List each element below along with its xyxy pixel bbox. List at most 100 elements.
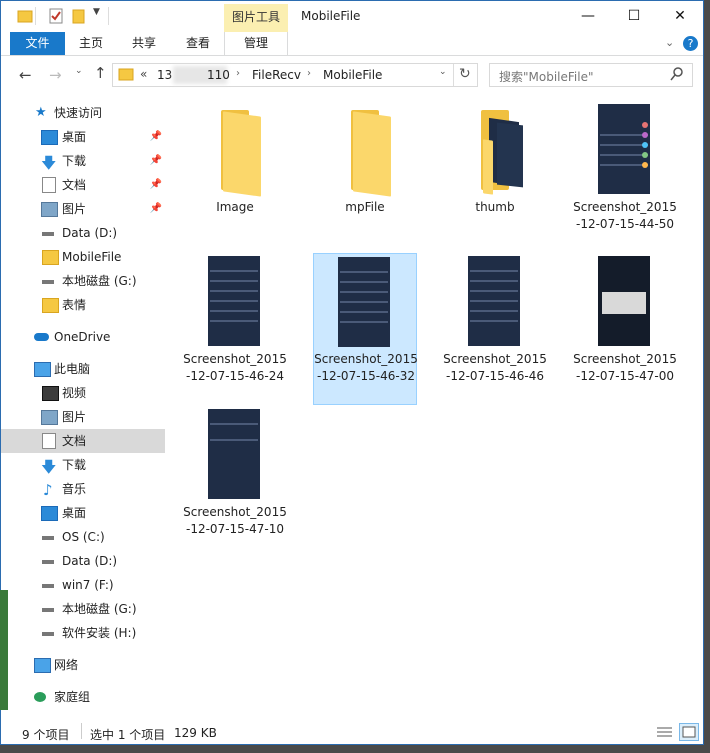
sidebar-item-os-c[interactable]: OS (C:) — [1, 525, 165, 549]
sidebar-item-software-h[interactable]: 软件安装 (H:) — [1, 621, 165, 645]
sidebar-label: 家庭组 — [54, 690, 91, 704]
details-view-icon[interactable] — [656, 725, 673, 739]
sidebar-label: 表情 — [62, 298, 87, 312]
sidebar-item-this-pc[interactable]: 此电脑 — [1, 357, 165, 381]
sidebar-item-local-g-pc[interactable]: 本地磁盘 (G:) — [1, 597, 165, 621]
sidebar-item-pictures-pc[interactable]: 图片 — [1, 405, 165, 429]
sidebar-item-pictures[interactable]: 图片 📌 — [1, 197, 165, 221]
new-folder-icon[interactable] — [71, 8, 87, 24]
sidebar-item-desktop[interactable]: 桌面 📌 — [1, 125, 165, 149]
breadcrumb-item[interactable]: FileRecv — [252, 68, 301, 82]
sidebar-item-videos[interactable]: 视频 — [1, 381, 165, 405]
pin-icon[interactable]: 📌 — [150, 149, 162, 173]
minimize-button[interactable]: — — [565, 1, 611, 31]
sidebar-item-documents[interactable]: 文档 📌 — [1, 173, 165, 197]
screenshot-thumbnail — [338, 257, 390, 347]
image-file-item[interactable]: Screenshot_2015-12-07-15-47-10 — [183, 407, 287, 558]
sidebar-label: 软件安装 (H:) — [62, 626, 137, 640]
sidebar-label: 下载 — [62, 458, 87, 472]
document-icon — [42, 433, 56, 449]
file-name: Screenshot_2015-12-07-15-47-10 — [183, 505, 287, 536]
tab-view[interactable]: 查看 — [177, 32, 219, 55]
folder-icon — [203, 110, 267, 197]
sidebar-label: 本地磁盘 (G:) — [62, 602, 137, 616]
folder-with-images-icon — [463, 110, 527, 195]
image-file-item-selected[interactable]: Screenshot_2015-12-07-15-46-32 — [313, 253, 418, 405]
sidebar-label: 下载 — [62, 154, 87, 168]
breadcrumb-current[interactable]: MobileFile — [323, 68, 382, 82]
image-file-item[interactable]: Screenshot_2015-12-07-15-46-46 — [443, 254, 547, 405]
search-input[interactable]: 搜索"MobileFile" — [499, 68, 593, 85]
sidebar-item-local-g[interactable]: 本地磁盘 (G:) — [1, 269, 165, 293]
homegroup-icon — [34, 692, 46, 702]
recent-locations-icon[interactable]: ⌄ — [75, 66, 83, 76]
window-title: MobileFile — [301, 9, 361, 23]
folder-item[interactable]: thumb — [443, 102, 547, 236]
image-file-item[interactable]: Screenshot_2015-12-07-15-44-50 — [573, 102, 677, 253]
folder-icon — [118, 67, 134, 82]
sidebar-item-data-d[interactable]: Data (D:) — [1, 221, 165, 245]
up-icon[interactable]: ↑ — [94, 64, 107, 82]
sidebar-item-network[interactable]: 网络 — [1, 653, 165, 677]
sidebar-item-data-d-pc[interactable]: Data (D:) — [1, 549, 165, 573]
sidebar-label: 图片 — [62, 202, 87, 216]
pin-icon[interactable]: 📌 — [150, 173, 162, 197]
breadcrumb-separator-icon[interactable]: › — [236, 68, 240, 79]
sidebar-item-quick-access[interactable]: ★ 快速访问 — [1, 101, 165, 125]
breadcrumb-item[interactable]: 110 — [207, 68, 230, 82]
file-name: Image — [216, 200, 254, 214]
sidebar-item-downloads[interactable]: 🡇 下载 📌 — [1, 149, 165, 173]
screenshot-thumbnail — [598, 256, 650, 346]
divider — [108, 7, 109, 25]
ribbon-tabs: 文件 主页 共享 查看 管理 ⌄ ? — [1, 32, 703, 56]
folder-item[interactable]: mpFile — [313, 102, 417, 236]
forward-icon[interactable]: → — [49, 66, 62, 84]
breadcrumb-separator-icon[interactable]: › — [307, 68, 311, 79]
qat-dropdown-icon[interactable]: ▼ — [93, 7, 100, 17]
sidebar-label: 快速访问 — [54, 106, 103, 120]
back-icon[interactable]: ← — [19, 66, 32, 84]
breadcrumb-root[interactable]: 13 — [157, 68, 172, 82]
address-bar[interactable]: « 13 110 › FileRecv › MobileFile ⌄ ↻ — [112, 63, 478, 87]
file-name: Screenshot_2015-12-07-15-46-32 — [314, 352, 418, 383]
collapse-ribbon-icon[interactable]: ⌄ — [665, 36, 674, 49]
sidebar-label: 网络 — [54, 658, 79, 672]
sidebar-item-music[interactable]: ♪ 音乐 — [1, 477, 165, 501]
properties-icon[interactable] — [48, 8, 64, 24]
help-icon[interactable]: ? — [683, 36, 698, 51]
sidebar-item-downloads-pc[interactable]: 🡇 下载 — [1, 453, 165, 477]
folder-item[interactable]: Image — [183, 102, 287, 236]
sidebar-item-emoji[interactable]: 表情 — [1, 293, 165, 317]
breadcrumb-overflow[interactable]: « — [140, 67, 147, 81]
search-box[interactable]: 搜索"MobileFile" — [489, 63, 693, 87]
image-file-item[interactable]: Screenshot_2015-12-07-15-47-00 — [573, 254, 677, 405]
screenshot-thumbnail — [468, 256, 520, 346]
pin-icon[interactable]: 📌 — [150, 197, 162, 221]
tab-home[interactable]: 主页 — [71, 32, 111, 55]
title-bar: ▼ 图片工具 MobileFile — ☐ ✕ — [1, 1, 703, 32]
pin-icon[interactable]: 📌 — [150, 125, 162, 149]
sidebar-item-onedrive[interactable]: OneDrive — [1, 325, 165, 349]
screenshot-thumbnail — [208, 256, 260, 346]
sidebar-label: 此电脑 — [54, 362, 91, 376]
maximize-button[interactable]: ☐ — [611, 1, 657, 31]
close-button[interactable]: ✕ — [657, 1, 703, 31]
tab-file[interactable]: 文件 — [10, 32, 65, 55]
tab-share[interactable]: 共享 — [123, 32, 165, 55]
computer-icon — [34, 362, 51, 377]
sidebar-item-desktop-pc[interactable]: 桌面 — [1, 501, 165, 525]
sidebar-item-documents-pc[interactable]: 文档 — [1, 429, 165, 453]
search-icon[interactable] — [670, 66, 684, 85]
address-dropdown-icon[interactable]: ⌄ — [439, 67, 447, 77]
file-name: Screenshot_2015-12-07-15-47-00 — [573, 352, 677, 383]
tab-manage[interactable]: 管理 — [224, 32, 288, 55]
large-icons-view-icon[interactable] — [679, 723, 699, 741]
item-count: 9 个项目 — [22, 728, 70, 742]
divider — [81, 723, 82, 739]
sidebar-item-homegroup[interactable]: 家庭组 — [1, 685, 165, 709]
refresh-icon[interactable]: ↻ — [459, 66, 471, 82]
sidebar-item-win7-f[interactable]: win7 (F:) — [1, 573, 165, 597]
folder-icon — [333, 110, 397, 197]
image-file-item[interactable]: Screenshot_2015-12-07-15-46-24 — [183, 254, 287, 405]
sidebar-item-mobilefile[interactable]: MobileFile — [1, 245, 165, 269]
